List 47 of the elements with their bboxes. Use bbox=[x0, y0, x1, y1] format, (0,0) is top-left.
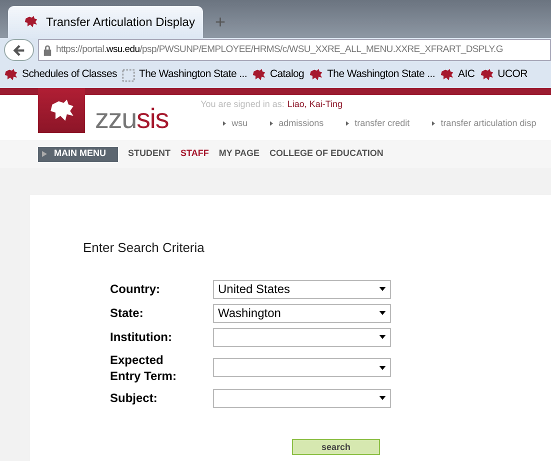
bookmark[interactable]: The Washington State ... bbox=[309, 67, 436, 83]
dropdown-field[interactable]: Washington bbox=[213, 304, 391, 322]
browser-tab[interactable]: Transfer Articulation Display bbox=[8, 6, 203, 38]
url-text: https://portal.wsu.edu/psp/PWSUNP/EMPLOYEE/HRMS/c/WSU_XXRE_ALL_MENU.XXRE_XFRART_DSPLY.G bbox=[56, 42, 503, 57]
nav-tab[interactable]: COLLEGE OF EDUCATION bbox=[270, 147, 384, 161]
nav-tab[interactable]: STUDENT bbox=[128, 147, 170, 161]
bookmark[interactable]: Schedules of Classes bbox=[4, 67, 117, 83]
field-label: Country: bbox=[110, 281, 161, 297]
field-label: State: bbox=[110, 305, 144, 321]
site-logo: zzusis bbox=[95, 105, 169, 136]
nav-tab[interactable]: STAFF bbox=[180, 147, 209, 161]
lock-icon bbox=[43, 44, 52, 56]
triangle-icon bbox=[270, 120, 273, 126]
blank-page-icon bbox=[122, 68, 135, 82]
bookmark[interactable]: AIC bbox=[440, 67, 475, 83]
dropdown-field[interactable] bbox=[213, 358, 391, 377]
bookmark[interactable]: Catalog bbox=[252, 67, 304, 83]
breadcrumb-link[interactable]: wsu bbox=[222, 116, 248, 130]
form-title: Enter Search Criteria bbox=[83, 239, 206, 257]
bookmark[interactable]: The Washington State ... bbox=[122, 67, 247, 83]
main-menu-button[interactable]: MAIN MENU bbox=[38, 146, 118, 162]
user-name[interactable]: Liao, Kai-Ting bbox=[287, 98, 343, 112]
triangle-icon bbox=[222, 120, 226, 126]
field-label: Institution: bbox=[110, 329, 173, 345]
dropdown-field[interactable]: United States bbox=[213, 280, 391, 298]
back-arrow-icon bbox=[12, 44, 26, 56]
address-field[interactable]: https://portal.wsu.edu/psp/PWSUNP/EMPLOYEE/HRMS/c/WSU_XXRE_ALL_MENU.XXRE_XFRART_DSPLY.G bbox=[38, 39, 551, 61]
nav-tab[interactable]: MY PAGE bbox=[218, 147, 260, 161]
triangle-icon bbox=[432, 120, 435, 126]
triangle-icon bbox=[346, 120, 349, 126]
dropdown-caret-icon bbox=[379, 335, 386, 339]
dropdown-field[interactable] bbox=[213, 328, 391, 346]
dropdown-caret-icon bbox=[379, 396, 386, 400]
triangle-icon bbox=[42, 151, 47, 157]
breadcrumb-link[interactable]: admissions bbox=[270, 116, 324, 130]
dropdown-caret-icon bbox=[379, 311, 386, 315]
breadcrumb-link[interactable]: transfer articulation disp bbox=[432, 116, 536, 130]
dropdown-caret-icon bbox=[379, 366, 386, 370]
back-button[interactable] bbox=[4, 39, 34, 61]
field-label: Expected Entry Term: bbox=[110, 352, 178, 384]
dropdown-field[interactable] bbox=[213, 388, 391, 408]
bookmark[interactable]: UCOR bbox=[480, 67, 528, 83]
field-label: Subject: bbox=[110, 390, 158, 406]
breadcrumb-link[interactable]: transfer credit bbox=[346, 116, 410, 130]
signed-in-label: You are signed in as: bbox=[200, 98, 284, 111]
dropdown-caret-icon bbox=[379, 287, 386, 291]
search-button[interactable]: search bbox=[292, 438, 380, 454]
